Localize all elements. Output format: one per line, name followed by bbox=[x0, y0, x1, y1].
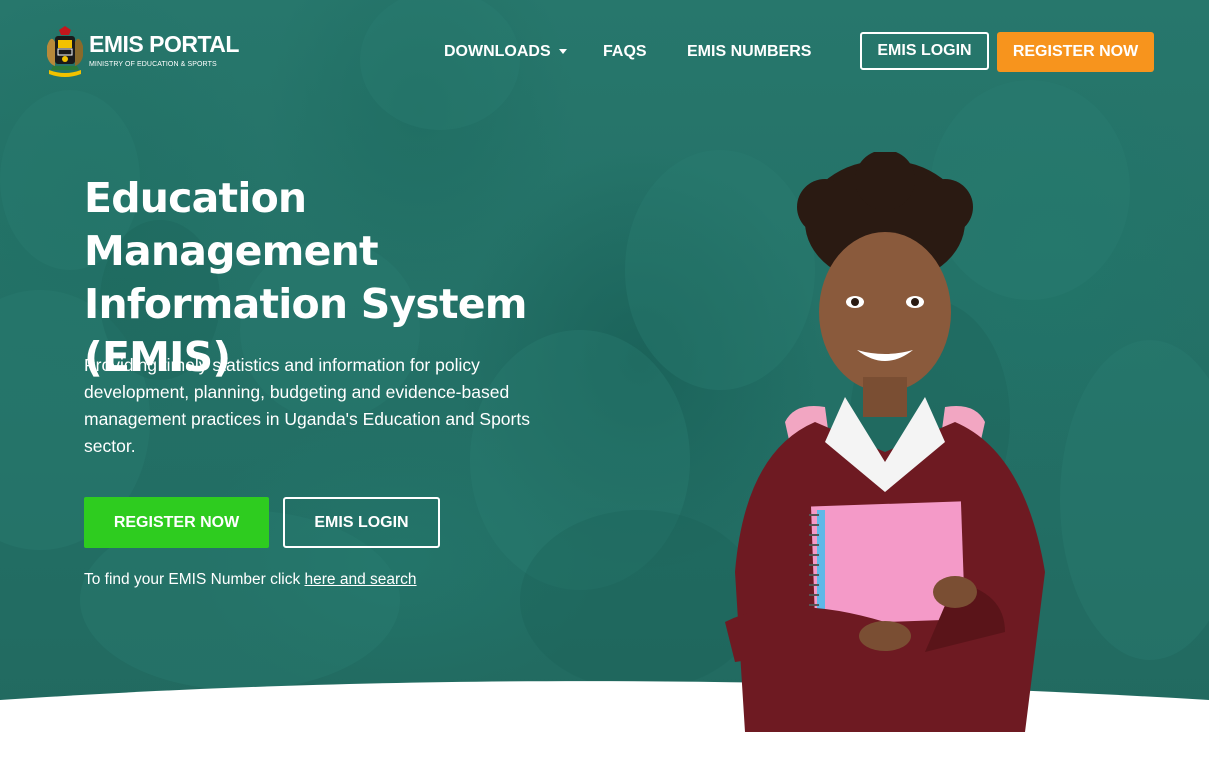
nav-faqs[interactable]: FAQS bbox=[603, 43, 647, 61]
header-register-now-button[interactable]: REGISTER NOW bbox=[997, 32, 1154, 72]
uganda-crest-icon bbox=[47, 26, 83, 77]
header-emis-login-button[interactable]: EMIS LOGIN bbox=[860, 32, 989, 70]
title-line-1: Education Management bbox=[84, 174, 379, 275]
title-line-2: Information System bbox=[84, 280, 528, 328]
logo-subtitle: MINISTRY OF EDUCATION & SPORTS bbox=[89, 61, 217, 68]
find-emis-prefix: To find your EMIS Number click bbox=[84, 571, 305, 588]
student-girl-image bbox=[725, 152, 1045, 732]
logo-title: EMIS PORTAL bbox=[89, 31, 239, 57]
register-now-button[interactable]: REGISTER NOW bbox=[84, 497, 269, 548]
emis-login-button[interactable]: EMIS LOGIN bbox=[283, 497, 440, 548]
nav-emis-numbers[interactable]: EMIS NUMBERS bbox=[687, 43, 811, 61]
hero-description: Providing timely statistics and informat… bbox=[84, 355, 530, 456]
nav-downloads[interactable]: DOWNLOADS bbox=[444, 43, 567, 61]
nav-downloads-label: DOWNLOADS bbox=[444, 43, 551, 60]
find-emis-number-text: To find your EMIS Number click here and … bbox=[84, 571, 417, 589]
chevron-down-icon bbox=[558, 49, 567, 55]
here-and-search-link[interactable]: here and search bbox=[305, 571, 417, 588]
site-logo[interactable]: EMIS PORTAL MINISTRY OF EDUCATION & SPOR… bbox=[45, 26, 239, 80]
